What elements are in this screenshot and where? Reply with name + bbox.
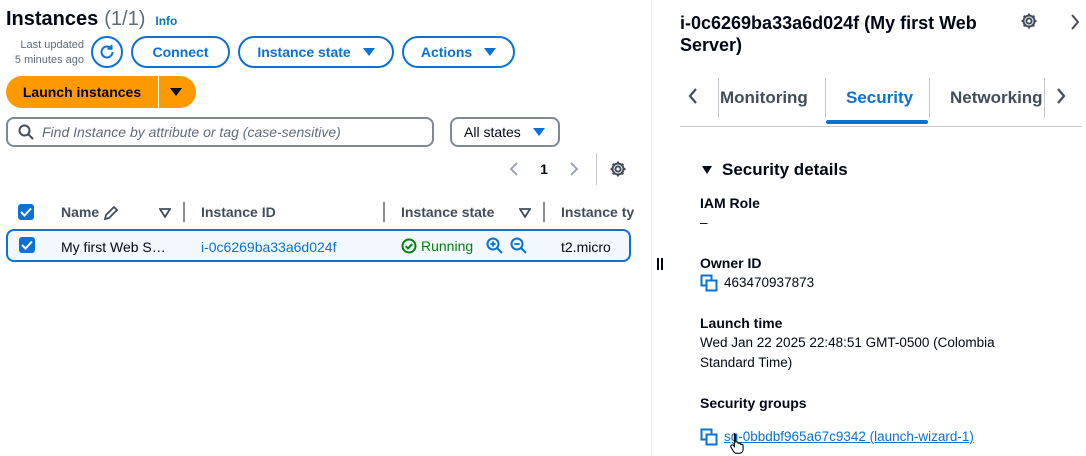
gear-icon <box>1021 13 1037 29</box>
info-link[interactable]: Info <box>155 14 177 28</box>
copy-glyph <box>700 428 718 446</box>
owner-id-value: 463470937873 <box>724 275 815 290</box>
launch-time-value: Wed Jan 22 2025 22:48:51 GMT-0500 (Colom… <box>700 335 995 370</box>
instance-type-cell: t2.micro <box>561 239 611 255</box>
security-groups-label: Security groups <box>700 395 807 411</box>
checkmark-icon <box>20 207 32 217</box>
sort-icon[interactable] <box>519 208 531 218</box>
last-updated-text: Last updated 5 minutes ago <box>4 38 84 68</box>
chevron-right-icon <box>1071 14 1080 30</box>
owner-id-value-row: 463470937873 <box>700 273 814 293</box>
zoom-out-icon[interactable] <box>510 237 527 254</box>
launch-time-label: Launch time <box>700 315 783 331</box>
instance-id-link[interactable]: i-0c6269ba33a6d024f <box>201 239 336 255</box>
detail-tabs: Monitoring Security Networking <box>680 72 1082 127</box>
instance-state-text: Running <box>421 238 474 254</box>
launch-instances-button[interactable]: Launch instances <box>6 76 158 108</box>
connect-label: Connect <box>152 44 209 60</box>
column-resizer[interactable] <box>383 202 385 222</box>
tab-divider <box>718 78 719 118</box>
copy-icon[interactable] <box>700 274 718 292</box>
tabs-scroll-left-button[interactable] <box>688 88 698 107</box>
instance-state-dropdown[interactable]: Instance state <box>238 36 394 68</box>
success-check-icon <box>401 238 417 254</box>
security-group-link[interactable]: sg-0bbdbf965a67c9342 (launch-wizard-1) <box>724 429 974 444</box>
last-updated-time: 5 minutes ago <box>14 54 84 66</box>
section-title: Security details <box>722 160 848 179</box>
instance-search[interactable] <box>6 117 434 147</box>
table-row[interactable]: My first Web S… i-0c6269ba33a6d024f Runn… <box>6 229 631 262</box>
column-header-instance-type[interactable]: Instance ty <box>561 204 634 220</box>
pagination: 1 <box>500 152 627 186</box>
caret-down-icon <box>484 48 497 56</box>
column-header-instance-id[interactable]: Instance ID <box>201 204 276 220</box>
last-updated-label: Last updated <box>20 39 84 51</box>
table-header: Name Instance ID Instance state Instance… <box>0 196 650 228</box>
owner-id-label: Owner ID <box>700 255 762 271</box>
instance-name-cell: My first Web S… <box>61 239 166 255</box>
detail-title: i-0c6269ba33a6d024f (My first Web Server… <box>680 13 977 55</box>
active-tab-indicator <box>826 120 928 124</box>
column-resizer[interactable] <box>543 202 545 222</box>
tab-divider <box>929 78 930 118</box>
chevron-left-icon <box>509 162 518 176</box>
search-input[interactable] <box>42 124 422 140</box>
page-title: Instances <box>6 8 99 30</box>
copy-icon[interactable] <box>700 428 718 446</box>
previous-page-button[interactable] <box>500 162 528 176</box>
actions-dropdown[interactable]: Actions <box>402 36 515 68</box>
column-resizer[interactable] <box>183 202 185 222</box>
checkmark-icon <box>21 240 33 250</box>
chevron-right-icon <box>570 162 579 176</box>
instance-state-label: Instance state <box>257 44 351 60</box>
detail-preferences-button[interactable] <box>1020 12 1038 33</box>
iam-role-value: – <box>700 215 708 230</box>
iam-role-label: IAM Role <box>700 195 760 211</box>
select-all-checkbox[interactable] <box>18 204 34 220</box>
refresh-button[interactable] <box>91 36 123 68</box>
tabs-scroll-right-button[interactable] <box>1056 88 1066 107</box>
refresh-icon <box>100 44 114 59</box>
instance-state-cell: Running <box>401 238 473 254</box>
instance-count: (1/1) <box>104 8 146 30</box>
tab-security[interactable]: Security <box>846 88 913 108</box>
pointer-hand-icon <box>730 432 744 454</box>
security-details-toggle[interactable]: Security details <box>702 160 848 180</box>
actions-label: Actions <box>420 44 473 60</box>
sort-icon[interactable] <box>159 208 171 218</box>
copy-glyph <box>700 274 718 292</box>
gear-icon <box>610 161 626 177</box>
instances-panel: Instances (1/1) Info Last updated 5 minu… <box>0 0 650 456</box>
column-header-instance-state[interactable]: Instance state <box>401 204 494 220</box>
search-icon <box>18 124 34 140</box>
caret-down-icon <box>362 48 375 56</box>
state-filter-select[interactable]: All states <box>450 117 560 147</box>
zoom-in-icon[interactable] <box>486 237 503 254</box>
launch-options-dropdown[interactable] <box>159 76 196 108</box>
state-filter-label: All states <box>464 124 521 140</box>
next-page-button[interactable] <box>560 162 588 176</box>
chevron-left-icon <box>688 88 697 104</box>
pagination-divider <box>596 153 597 185</box>
instance-details-panel: i-0c6269ba33a6d024f (My first Web Server… <box>652 0 1086 456</box>
caret-down-icon <box>532 128 545 136</box>
table-preferences-button[interactable] <box>609 160 627 178</box>
chevron-right-icon <box>1057 88 1066 104</box>
column-header-name[interactable]: Name <box>61 204 99 220</box>
caret-down-icon <box>702 166 712 174</box>
expand-panel-button[interactable] <box>1070 14 1080 33</box>
launch-instances-label: Launch instances <box>22 84 142 100</box>
pencil-icon <box>103 205 119 221</box>
row-checkbox[interactable] <box>19 237 35 253</box>
tab-divider <box>1044 78 1045 118</box>
tab-monitoring[interactable]: Monitoring <box>720 88 808 108</box>
tab-networking[interactable]: Networking <box>950 88 1043 108</box>
connect-button[interactable]: Connect <box>131 36 230 68</box>
tab-divider <box>825 78 826 118</box>
caret-down-icon <box>169 88 182 96</box>
page-header: Instances (1/1) Info <box>6 8 177 31</box>
page-number[interactable]: 1 <box>528 161 560 177</box>
